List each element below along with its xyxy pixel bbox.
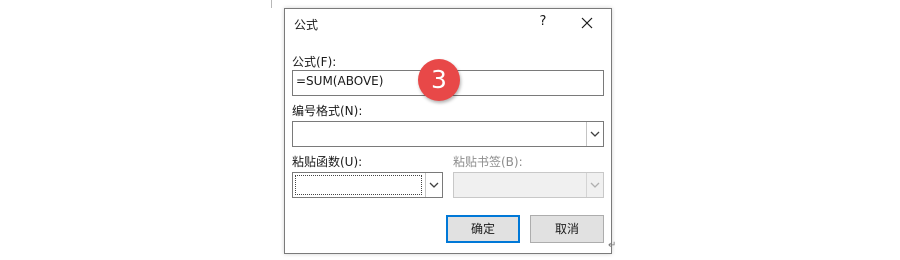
paste-bookmark-dropdown [453,172,604,198]
paste-function-dropdown[interactable] [292,172,443,198]
focus-rectangle [295,175,422,195]
number-format-dropdown[interactable] [292,121,604,147]
dialog-titlebar: 公式 ? [285,9,611,39]
formula-dialog: 公式 ? 公式(F): =SUM(ABOVE) 编号格式(N): 粘贴函数(U)… [284,8,612,254]
chevron-down-icon[interactable] [425,173,442,197]
ok-button[interactable]: 确定 [446,215,520,243]
paragraph-mark: ↵ [608,240,617,251]
paste-function-label: 粘贴函数(U): [292,155,363,169]
chevron-down-icon[interactable] [586,122,603,146]
close-icon[interactable] [579,15,595,31]
cancel-button[interactable]: 取消 [530,215,604,243]
paste-bookmark-label: 粘贴书签(B): [453,155,523,169]
dialog-title: 公式 [294,18,319,32]
step-number-badge: 3 [418,59,460,101]
document-corner-mark [263,0,272,8]
number-format-label: 编号格式(N): [292,104,363,118]
formula-value: =SUM(ABOVE) [296,74,384,88]
help-icon[interactable]: ? [537,14,549,32]
formula-label: 公式(F): [292,55,337,69]
chevron-down-icon [586,173,603,197]
